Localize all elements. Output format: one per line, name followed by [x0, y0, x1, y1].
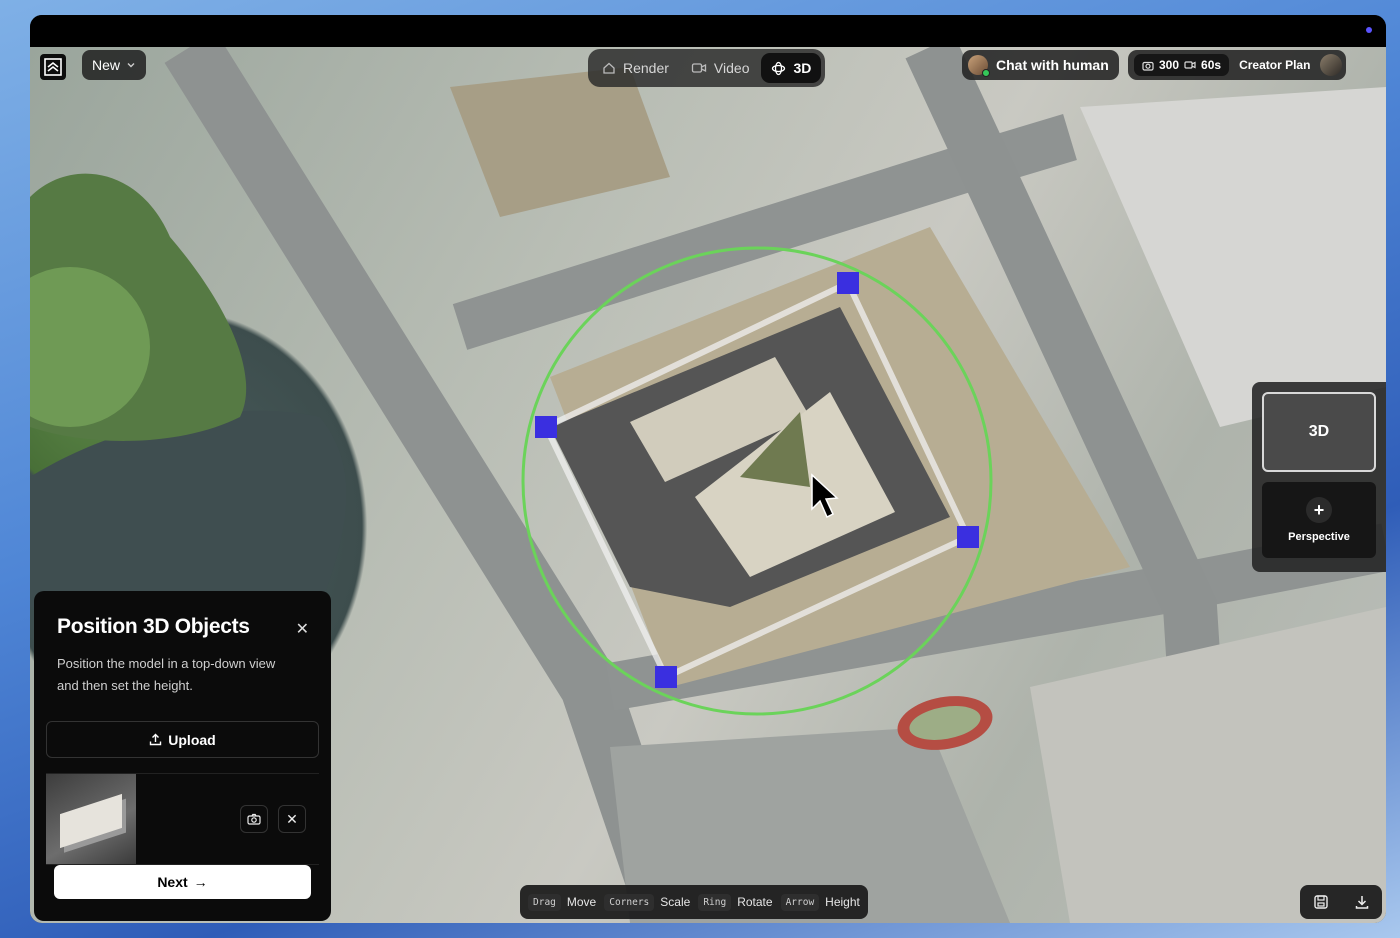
construction-lot: [450, 67, 670, 217]
video-credits-icon: [1184, 61, 1196, 69]
view-3d-label: 3D: [1308, 423, 1330, 440]
new-label: New: [92, 57, 121, 73]
model-list-item: ✕: [46, 773, 319, 865]
upload-icon: [150, 733, 162, 746]
corner-handle-bottom[interactable]: [655, 666, 677, 688]
hint-key: Ring: [698, 893, 732, 911]
corner-handle-left[interactable]: [535, 416, 557, 438]
upload-label: Upload: [168, 731, 216, 748]
video-credits: 60s: [1201, 58, 1222, 72]
chat-label: Chat with human: [996, 57, 1109, 73]
photo-credits: 300: [1159, 58, 1180, 72]
view-3d-card[interactable]: 3D: [1262, 392, 1376, 472]
next-label: Next: [157, 874, 188, 890]
tab-video-label: Video: [713, 60, 750, 76]
next-button[interactable]: Next →: [54, 865, 311, 899]
arrow-right-icon: →: [193, 874, 208, 890]
download-icon[interactable]: [1354, 894, 1370, 910]
tab-3d-label: 3D: [793, 60, 812, 76]
logo-icon: [44, 58, 62, 76]
camera-icon[interactable]: [240, 805, 268, 833]
app-window: New Render Video 3D Chat with human 300 …: [30, 15, 1386, 923]
upload-button[interactable]: Upload: [46, 721, 319, 758]
credits-badge[interactable]: 300 60s: [1134, 54, 1230, 76]
support-avatar: [968, 55, 990, 77]
hint-key: Arrow: [780, 893, 820, 911]
app-logo[interactable]: [40, 54, 66, 80]
close-icon[interactable]: ✕: [296, 619, 309, 639]
video-camera-icon: [691, 63, 707, 73]
hint-rotate: Ring Rotate: [698, 893, 773, 911]
remove-model-icon[interactable]: ✕: [278, 805, 306, 833]
panel-title: Position 3D Objects: [57, 615, 250, 638]
hint-action: Rotate: [737, 895, 773, 909]
perspective-label: Perspective: [1288, 531, 1350, 543]
controls-hint-bar: Drag Move Corners Scale Ring Rotate Arro…: [520, 885, 868, 919]
hint-key: Drag: [528, 893, 561, 911]
status-dot: [1366, 27, 1372, 33]
hint-action: Height: [825, 895, 860, 909]
water-area: [30, 410, 347, 607]
corner-handle-top[interactable]: [837, 272, 859, 294]
hint-scale: Corners Scale: [604, 893, 691, 911]
model-thumbnail[interactable]: [46, 774, 136, 864]
hint-height: Arrow Height: [780, 893, 860, 911]
plan-status: 300 60s Creator Plan: [1128, 50, 1347, 80]
title-bar: [30, 15, 1386, 47]
office-building: [1080, 87, 1386, 427]
chat-with-human-button[interactable]: Chat with human: [962, 50, 1119, 80]
view-panel: 3D + Perspective: [1252, 382, 1386, 572]
new-menu-button[interactable]: New: [82, 50, 147, 80]
corner-handle-right[interactable]: [957, 526, 979, 548]
hint-action: Scale: [660, 895, 691, 909]
hint-move: Drag Move: [528, 893, 597, 911]
user-avatar[interactable]: [1320, 54, 1343, 76]
lower-right-block: [1030, 607, 1386, 923]
save-icon[interactable]: [1313, 894, 1329, 910]
position-3d-objects-panel: Position 3D Objects ✕ Position the model…: [34, 591, 331, 921]
tab-video[interactable]: Video: [681, 53, 760, 83]
bottom-actions: [1300, 885, 1382, 919]
hint-action: Move: [566, 895, 597, 909]
tab-render-label: Render: [623, 60, 669, 76]
mode-switcher: Render Video 3D: [588, 49, 826, 87]
plus-icon: +: [1306, 497, 1332, 523]
panel-description: Position the model in a top-down view an…: [57, 656, 276, 693]
tab-3d[interactable]: 3D: [761, 53, 822, 83]
home-icon: [603, 62, 615, 74]
add-perspective-button[interactable]: + Perspective: [1262, 482, 1376, 558]
online-indicator: [982, 69, 990, 77]
chevron-down-icon: [127, 63, 135, 68]
tab-render[interactable]: Render: [592, 53, 679, 83]
rotate-3d-icon: [772, 61, 786, 75]
plan-label[interactable]: Creator Plan: [1239, 58, 1310, 72]
hint-key: Corners: [604, 893, 655, 911]
camera-icon: [1142, 61, 1154, 71]
